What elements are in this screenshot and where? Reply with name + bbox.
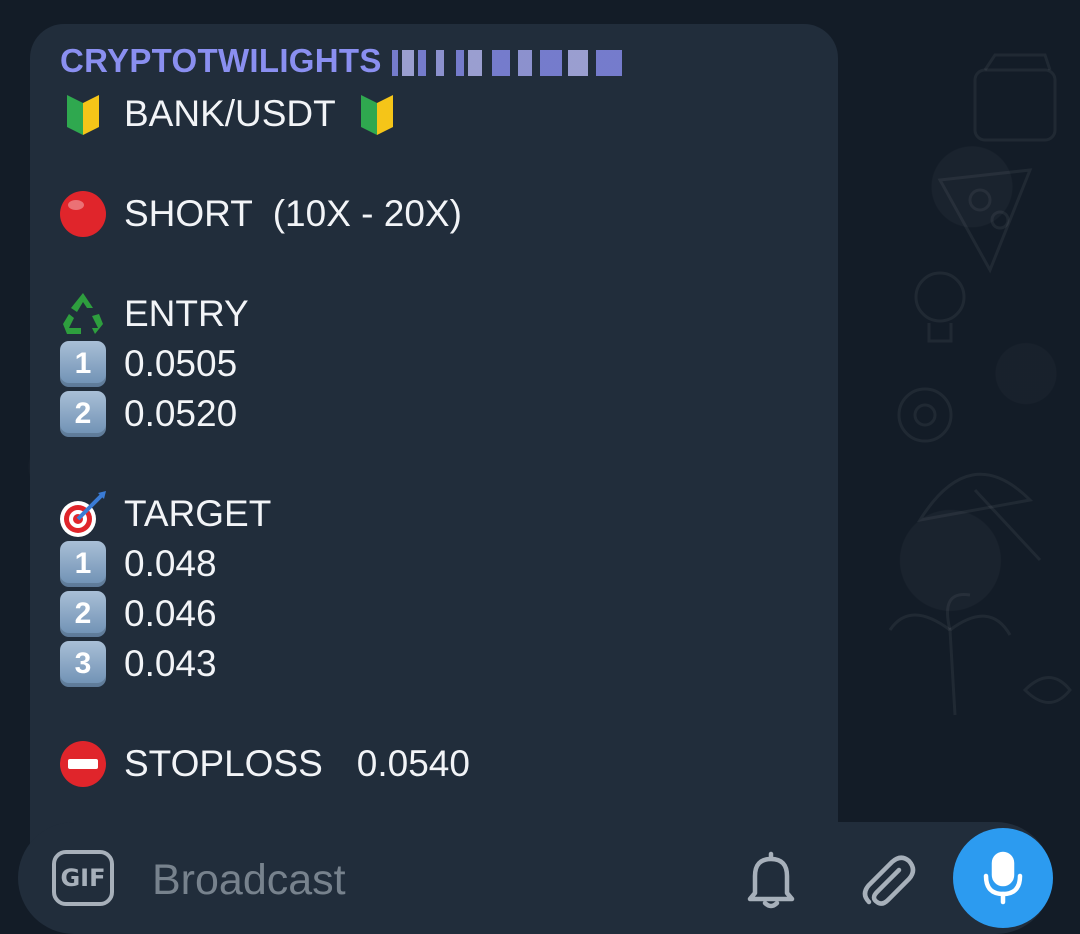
doodle-pizza-icon (937, 168, 1033, 274)
stoploss-label: STOPLOSS (124, 743, 323, 784)
microphone-icon (983, 851, 1023, 905)
no-entry-icon (58, 739, 108, 789)
target-value: 0.048 (124, 543, 217, 584)
keycap-2-icon: 2 (58, 589, 108, 639)
entry-row-2: 2 0.0520 (58, 389, 237, 439)
direction-text: SHORT (10X - 20X) (124, 193, 462, 234)
target-value: 0.043 (124, 643, 217, 684)
broadcast-input[interactable] (152, 850, 712, 910)
channel-name[interactable]: CRYPTOTWILIGHTS (60, 42, 624, 80)
microphone-button[interactable] (953, 828, 1053, 928)
keycap-1-icon: 1 (58, 339, 108, 389)
doodle-palm-icon (888, 592, 1012, 716)
direct-hit-icon (58, 489, 108, 539)
pair-line: BANK/USDT (58, 89, 402, 139)
recycle-icon (58, 289, 108, 339)
red-circle-icon (58, 189, 108, 239)
entry-heading: ENTRY (58, 289, 249, 339)
doodle-jar-icon (973, 53, 1057, 142)
entry-value: 0.0505 (124, 343, 238, 384)
target-value: 0.046 (124, 593, 217, 634)
entry-heading-text: ENTRY (124, 293, 249, 334)
target-heading: TARGET (58, 489, 271, 539)
entry-row-1: 1 0.0505 (58, 339, 237, 389)
stoploss-value: 0.0540 (356, 743, 470, 784)
stoploss-line: STOPLOSS 0.0540 (58, 739, 470, 789)
target-row-2: 2 0.046 (58, 589, 217, 639)
doodle-fish-icon (1022, 676, 1072, 704)
beginner-badge-icon (352, 89, 402, 139)
redacted-name-blur (391, 50, 624, 77)
direction-line: SHORT (10X - 20X) (58, 189, 462, 239)
doodle-ball-icon (897, 387, 953, 443)
target-row-3: 3 0.043 (58, 639, 217, 689)
target-row-1: 1 0.048 (58, 539, 217, 589)
bell-icon[interactable] (740, 846, 802, 912)
beginner-badge-icon (58, 89, 108, 139)
entry-value: 0.0520 (124, 393, 238, 434)
channel-name-text: CRYPTOTWILIGHTS (60, 42, 382, 79)
keycap-3-icon: 3 (58, 639, 108, 689)
keycap-2-icon: 2 (58, 389, 108, 439)
target-heading-text: TARGET (124, 493, 272, 534)
doodle-lightbulb-icon (914, 271, 966, 343)
doodle-umbrella-icon (916, 472, 1042, 562)
gif-button[interactable]: GIF (52, 850, 114, 906)
pair-text: BANK/USDT (124, 93, 336, 134)
paperclip-icon[interactable] (856, 846, 920, 912)
keycap-1-icon: 1 (58, 539, 108, 589)
